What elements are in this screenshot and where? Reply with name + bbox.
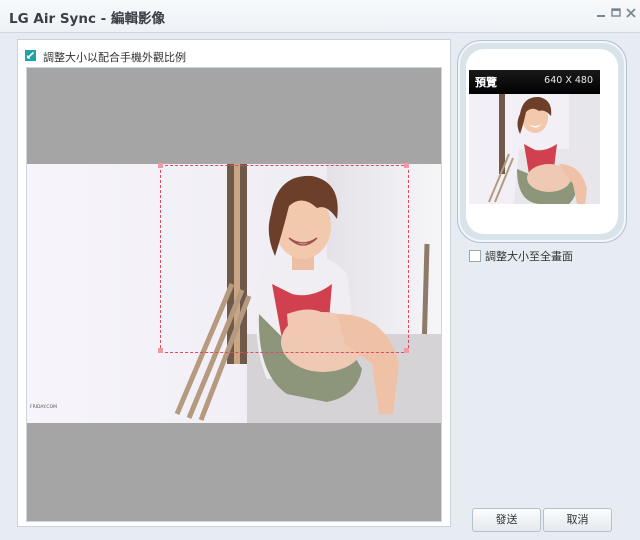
- maximize-icon[interactable]: [609, 6, 623, 20]
- crop-handle-bottom-left[interactable]: [158, 348, 163, 353]
- editor-panel: 調整大小以配合手機外觀比例 FRIDAY.COM: [17, 39, 451, 527]
- fit-screen-checkbox[interactable]: [469, 250, 481, 262]
- crop-handle-top-left[interactable]: [158, 163, 163, 168]
- fit-screen-label: 調整大小至全畫面: [485, 250, 573, 263]
- crop-handle-top-right[interactable]: [404, 163, 409, 168]
- image-canvas[interactable]: FRIDAY.COM: [26, 67, 442, 522]
- cancel-button[interactable]: 取消: [543, 508, 612, 532]
- window-title: LG Air Sync - 編輯影像: [9, 11, 165, 27]
- title-bar: LG Air Sync - 編輯影像: [0, 0, 640, 33]
- crop-frame[interactable]: [160, 165, 409, 353]
- phone-preview-frame: 預覽 640 X 480: [457, 40, 627, 243]
- photo-watermark: FRIDAY.COM: [30, 404, 57, 410]
- preview-resolution: 640 X 480: [544, 75, 593, 86]
- minimize-icon[interactable]: [594, 6, 608, 20]
- keep-ratio-label: 調整大小以配合手機外觀比例: [43, 51, 186, 64]
- send-button[interactable]: 發送: [472, 508, 541, 532]
- crop-handle-bottom-right[interactable]: [404, 348, 409, 353]
- preview-title: 預覽: [475, 76, 497, 89]
- preview-image: [469, 94, 600, 204]
- keep-ratio-checkbox[interactable]: [25, 50, 36, 61]
- close-icon[interactable]: [624, 6, 638, 20]
- preview-header: 預覽 640 X 480: [469, 70, 600, 94]
